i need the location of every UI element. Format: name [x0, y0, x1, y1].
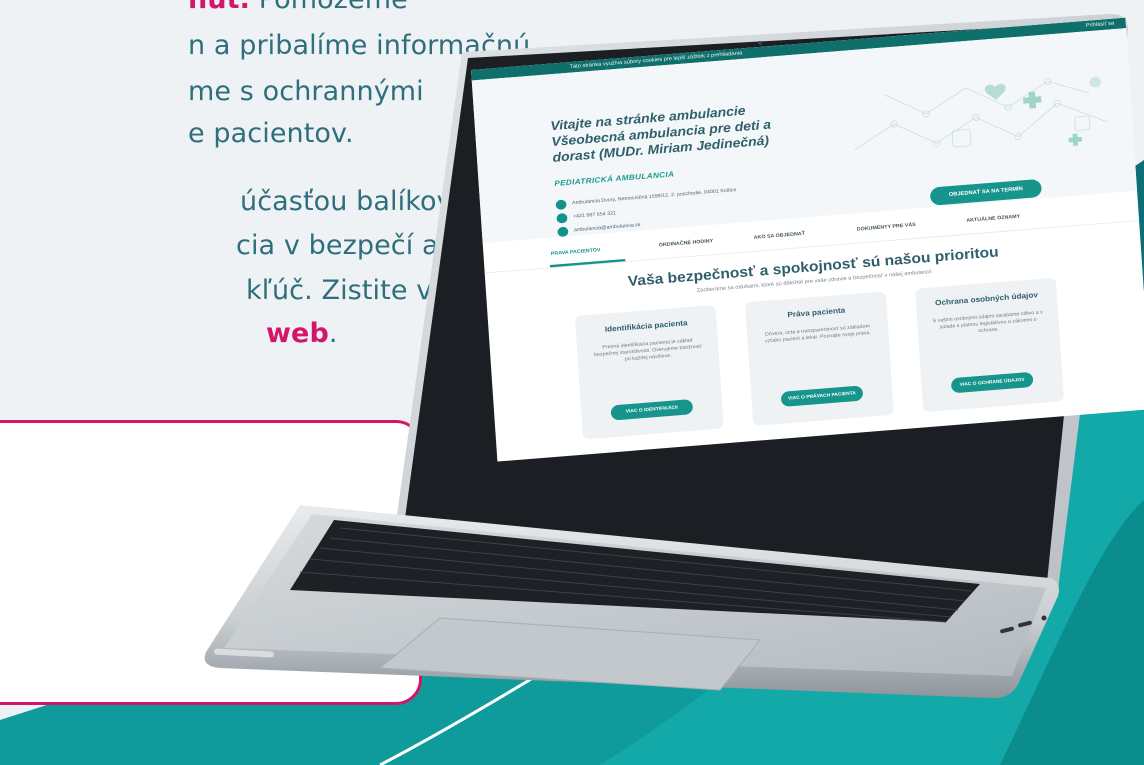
audio-jack — [1041, 615, 1047, 621]
card-text: Presná identifikácia pacienta je základ … — [593, 337, 702, 363]
webcam-icon — [758, 41, 762, 45]
card-patient-rights: Práva pacienta Dôvera, úcta a transparen… — [744, 291, 894, 426]
phone-icon — [556, 212, 568, 224]
tab-patient-rights[interactable]: PRAVA PACIENTOV — [551, 247, 601, 256]
card-title: Práva pacienta — [787, 306, 846, 320]
login-link[interactable]: Prihlásiť sa — [1086, 21, 1115, 29]
card-text: S vašimi osobnými údajmi narábame citliv… — [932, 309, 1043, 334]
tab-how-to-book[interactable]: AKO SA OBJEDNAŤ — [754, 231, 806, 240]
medical-icons-decoration — [854, 76, 1108, 151]
card-text: Dôvera, úcta a transparentnosť sú základ… — [764, 323, 872, 344]
tab-office-hours[interactable]: ORDINAČNÉ HODINY — [659, 238, 714, 248]
contact-email-text: ambulancia@ambulancia.sk — [573, 222, 641, 233]
card-title: Identifikácia pacienta — [604, 319, 688, 335]
hero-subtitle: PEDIATRICKÁ AMBULANCIA — [554, 170, 675, 189]
contact-phone-text: +421 987 654 321 — [572, 210, 617, 220]
active-tab-indicator — [549, 259, 626, 268]
card-more-button[interactable]: VIAC O IDENTIFIKÁCII — [610, 399, 694, 421]
card-title: Ochrana osobných údajov — [934, 291, 1039, 308]
email-icon — [557, 226, 569, 238]
location-icon — [555, 199, 567, 211]
card-more-button[interactable]: VIAC O OCHRANE ÚDAJOV — [950, 371, 1034, 394]
tab-announcements[interactable]: AKTUÁLNE OZNAMY — [966, 214, 1020, 224]
card-patient-identification: Identifikácia pacienta Presná identifiká… — [574, 304, 724, 440]
tab-documents[interactable]: DOKUMENTY PRE VÁS — [857, 222, 916, 232]
laptop-screen-website: Táto stránka využíva súbory cookies pre … — [471, 17, 1144, 462]
card-more-button[interactable]: VIAC O PRÁVACH PACIENTA — [780, 385, 864, 408]
hero-title: Vitajte na stránke ambulancie Všeobecná … — [549, 103, 772, 165]
card-data-protection: Ochrana osobných údajov S vašimi osobným… — [915, 277, 1065, 413]
